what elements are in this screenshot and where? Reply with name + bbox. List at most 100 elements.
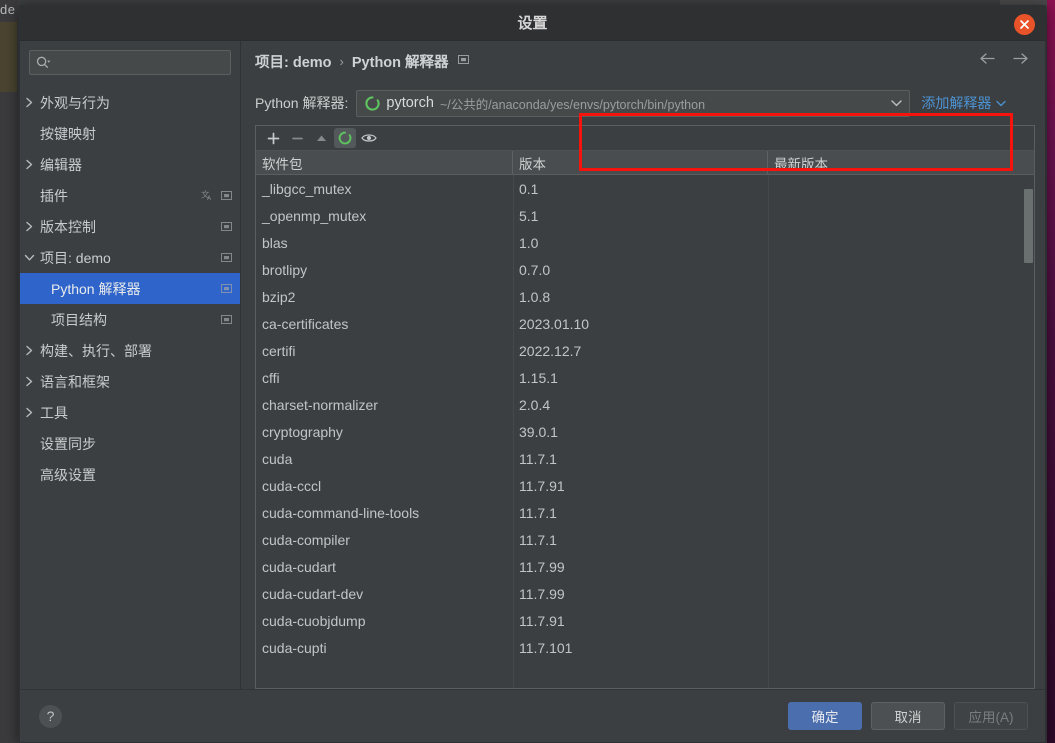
- forward-arrow-icon[interactable]: [1012, 52, 1029, 70]
- table-row[interactable]: certifi 2022.12.7: [256, 337, 1034, 364]
- dialog-title: 设置: [517, 15, 548, 32]
- cell-name: cuda-cuobjdump: [262, 612, 366, 629]
- upgrade-package-button[interactable]: [310, 128, 332, 148]
- cell-version: 0.1: [519, 180, 539, 197]
- table-row[interactable]: cuda-compiler 11.7.1: [256, 526, 1034, 553]
- help-button[interactable]: ?: [39, 704, 62, 728]
- cell-name: cryptography: [262, 423, 343, 440]
- cell-version: 11.7.99: [519, 585, 565, 602]
- conda-icon: [338, 131, 352, 145]
- sidebar-item-9[interactable]: 语言和框架: [20, 366, 240, 397]
- show-early-releases-button[interactable]: [358, 128, 380, 148]
- cell-version: 0.7.0: [519, 261, 551, 278]
- cell-name: brotlipy: [262, 261, 308, 278]
- cell-name: certifi: [262, 342, 296, 359]
- table-row[interactable]: charset-normalizer 2.0.4: [256, 391, 1034, 418]
- chevron-down-icon[interactable]: [883, 99, 909, 107]
- sidebar-item-4[interactable]: 版本控制: [20, 211, 240, 242]
- table-row[interactable]: cuda-cuobjdump 11.7.91: [256, 607, 1034, 634]
- sidebar-item-0[interactable]: 外观与行为: [20, 87, 240, 118]
- back-arrow-icon[interactable]: [979, 52, 996, 70]
- sidebar-item-badges: 文A: [201, 188, 232, 204]
- sidebar-item-6[interactable]: Python 解释器: [20, 273, 240, 304]
- sidebar-item-11[interactable]: 设置同步: [20, 428, 240, 459]
- cell-name: bzip2: [262, 288, 296, 305]
- packages-toolbar: [256, 126, 1034, 151]
- interpreter-path: ~/公共的/anaconda/yes/envs/pytorch/bin/pyth…: [439, 97, 706, 112]
- close-icon[interactable]: [1014, 14, 1035, 35]
- cell-version: 11.7.91: [519, 477, 565, 494]
- module-badge-icon: [221, 250, 232, 266]
- packages-table-body: _libgcc_mutex 0.1 _openmp_mutex 5.1 blas 1.0 b…: [256, 175, 1034, 661]
- cancel-button[interactable]: 取消: [871, 702, 945, 730]
- add-package-button[interactable]: [262, 128, 284, 148]
- sidebar-item-12[interactable]: 高级设置: [20, 459, 240, 490]
- apply-button[interactable]: 应用(A): [954, 702, 1028, 730]
- module-badge-icon: [221, 188, 232, 204]
- module-badge-icon: [221, 312, 232, 328]
- column-header-latest[interactable]: 最新版本: [768, 151, 1034, 174]
- sidebar-item-2[interactable]: 编辑器: [20, 149, 240, 180]
- settings-main-panel: 项目: demo › Python 解释器 Python 解释器: pytorc…: [241, 41, 1045, 689]
- background-ide-highlight: [0, 22, 17, 92]
- chevron-right-icon: [20, 345, 38, 356]
- packages-scrollbar-thumb[interactable]: [1024, 189, 1033, 263]
- search-box[interactable]: [29, 50, 231, 75]
- table-row[interactable]: cuda-cudart 11.7.99: [256, 553, 1034, 580]
- search-input[interactable]: [51, 55, 224, 70]
- table-row[interactable]: bzip2 1.0.8: [256, 283, 1034, 310]
- table-row[interactable]: cuda-cccl 11.7.91: [256, 472, 1034, 499]
- conda-env-icon: [365, 95, 380, 111]
- module-badge-icon: [221, 219, 232, 235]
- chevron-down-icon: [20, 253, 38, 262]
- sidebar-item-10[interactable]: 工具: [20, 397, 240, 428]
- chevron-right-icon: [20, 159, 38, 170]
- conda-manager-button[interactable]: [334, 128, 356, 148]
- sidebar-item-8[interactable]: 构建、执行、部署: [20, 335, 240, 366]
- table-row[interactable]: cuda-cupti 11.7.101: [256, 634, 1034, 661]
- sidebar-item-7[interactable]: 项目结构: [20, 304, 240, 335]
- cell-version: 2.0.4: [519, 396, 551, 413]
- ok-button[interactable]: 确定: [788, 702, 862, 730]
- cell-version: 11.7.1: [519, 531, 557, 548]
- cell-name: cuda-cudart: [262, 558, 336, 575]
- sidebar-item-label: 构建、执行、部署: [40, 342, 152, 359]
- table-row[interactable]: cryptography 39.0.1: [256, 418, 1034, 445]
- sidebar-item-label: 语言和框架: [40, 373, 110, 390]
- cell-version: 1.0.8: [519, 288, 551, 305]
- sidebar-item-badges: [221, 312, 232, 328]
- svg-text:A: A: [207, 195, 212, 201]
- table-row[interactable]: brotlipy 0.7.0: [256, 256, 1034, 283]
- background-ide-left-strip: [0, 0, 18, 743]
- interpreter-select[interactable]: pytorch ~/公共的/anaconda/yes/envs/pytorch/…: [356, 89, 911, 117]
- sidebar-item-5[interactable]: 项目: demo: [20, 242, 240, 273]
- breadcrumb-parent[interactable]: 项目: demo: [255, 51, 332, 72]
- sidebar-item-3[interactable]: 插件 文 A: [20, 180, 240, 211]
- packages-scrollbar-track[interactable]: [1023, 175, 1034, 688]
- sidebar-item-badges: [221, 281, 232, 297]
- cell-name: cffi: [262, 369, 280, 386]
- sidebar-item-1[interactable]: 按键映射: [20, 118, 240, 149]
- module-badge-icon: [457, 52, 469, 70]
- cell-version: 39.0.1: [519, 423, 558, 440]
- cell-version: 2022.12.7: [519, 342, 582, 359]
- table-row[interactable]: cffi 1.15.1: [256, 364, 1034, 391]
- add-interpreter-label: 添加解释器: [921, 95, 992, 111]
- remove-package-button[interactable]: [286, 128, 308, 148]
- table-row[interactable]: blas 1.0: [256, 229, 1034, 256]
- table-row[interactable]: _libgcc_mutex 0.1: [256, 175, 1034, 202]
- table-row[interactable]: _openmp_mutex 5.1: [256, 202, 1034, 229]
- sidebar-item-label: 项目结构: [51, 311, 107, 328]
- column-header-package[interactable]: 软件包: [256, 151, 513, 174]
- table-row[interactable]: cuda-command-line-tools 11.7.1: [256, 499, 1034, 526]
- column-header-version[interactable]: 版本: [513, 151, 768, 174]
- dialog-footer: ? 确定 取消 应用(A): [20, 689, 1045, 742]
- table-row[interactable]: ca-certificates 2023.01.10: [256, 310, 1034, 337]
- cell-name: cuda-command-line-tools: [262, 504, 420, 521]
- close-glyph: [1020, 20, 1029, 29]
- add-interpreter-button[interactable]: 添加解释器: [921, 93, 1007, 113]
- cell-name: charset-normalizer: [262, 396, 378, 413]
- table-row[interactable]: cuda 11.7.1: [256, 445, 1034, 472]
- table-row[interactable]: cuda-cudart-dev 11.7.99: [256, 580, 1034, 607]
- background-ide-text: de: [0, 2, 16, 17]
